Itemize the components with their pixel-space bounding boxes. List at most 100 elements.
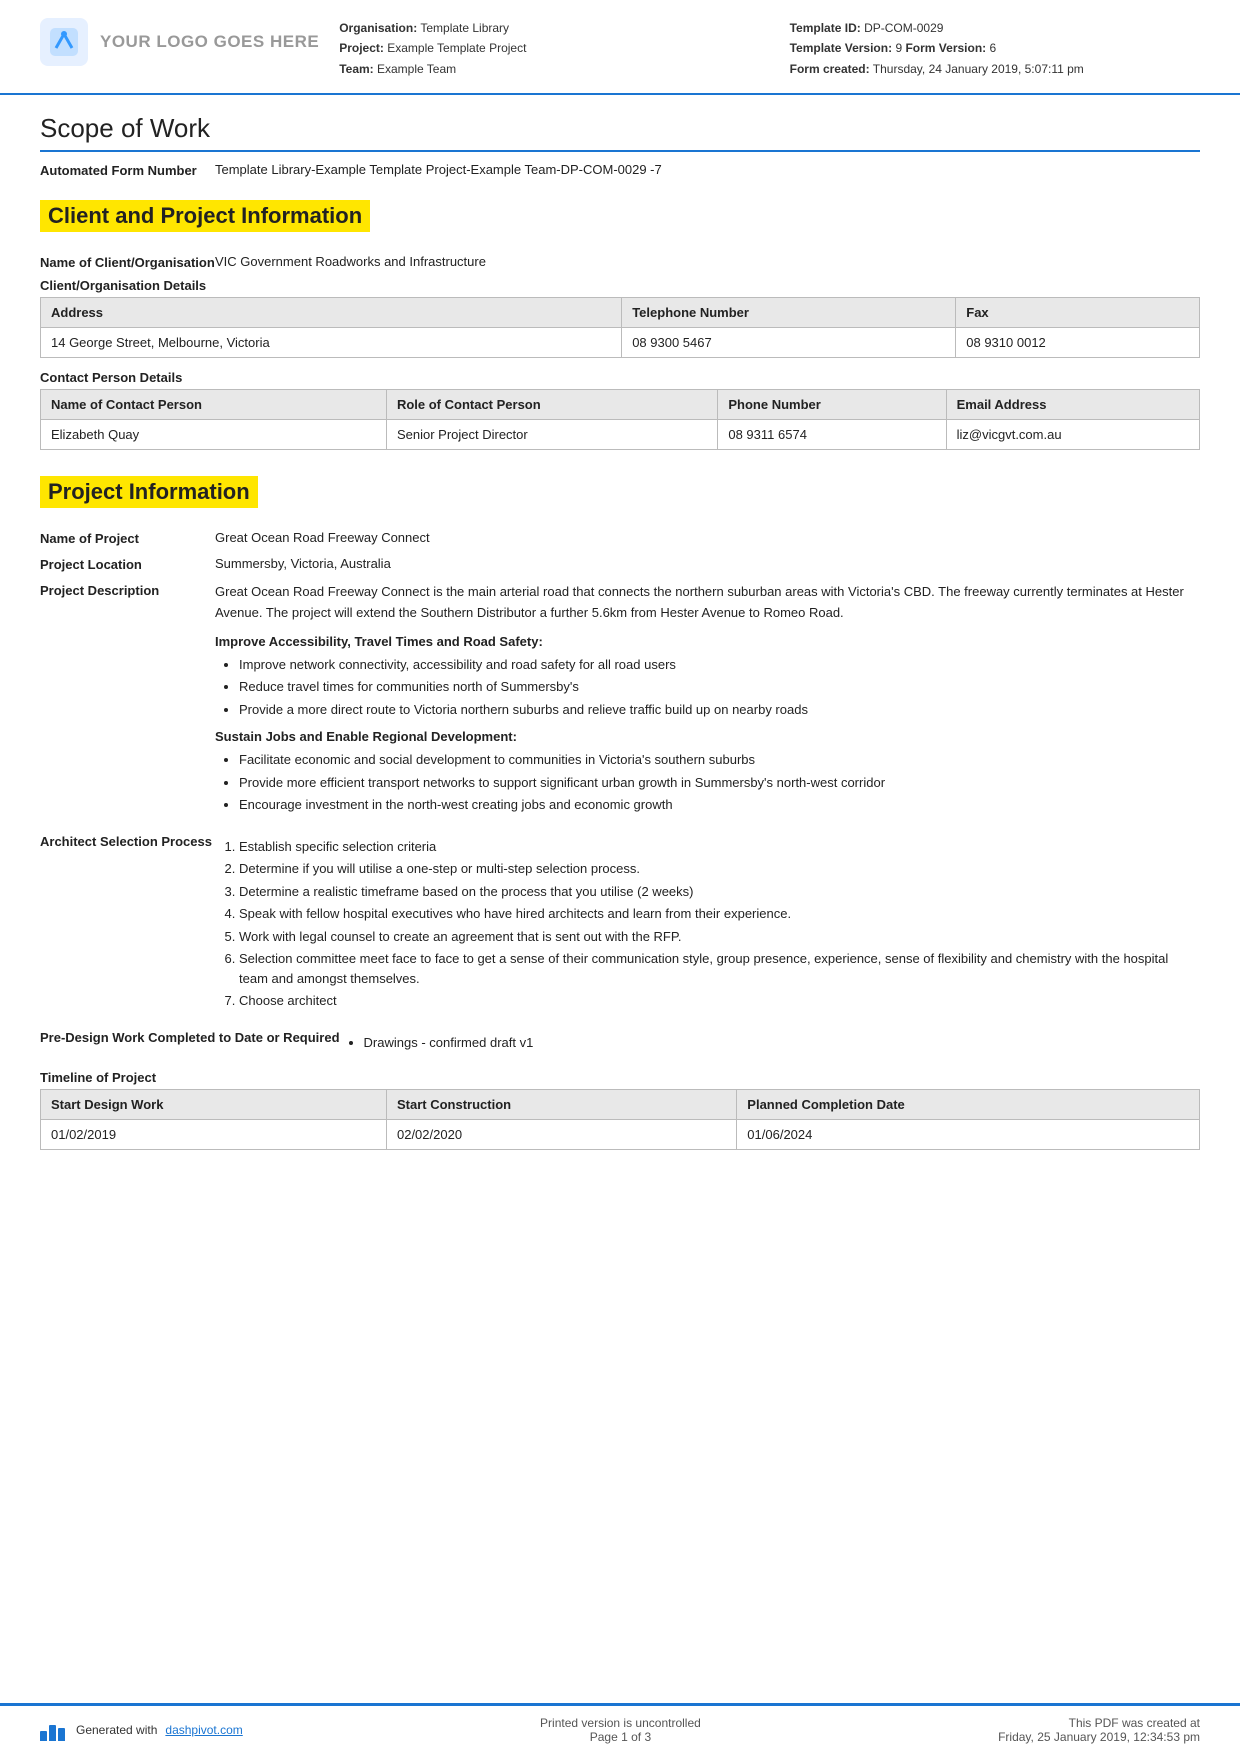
- project-name-label: Name of Project: [40, 530, 215, 546]
- automated-form-row: Automated Form Number Template Library-E…: [40, 162, 1200, 178]
- contact-name-value: Elizabeth Quay: [41, 420, 387, 450]
- list-item: Encourage investment in the north-west c…: [239, 795, 1200, 815]
- client-name-label: Name of Client/Organisation: [40, 254, 215, 270]
- architect-steps-list: Establish specific selection criteria De…: [215, 837, 1200, 1011]
- footer-center: Printed version is uncontrolled Page 1 o…: [540, 1716, 701, 1744]
- architect-selection-label: Architect Selection Process: [40, 833, 215, 849]
- timeline-row: 01/02/2019 02/02/2020 01/06/2024: [41, 1120, 1200, 1150]
- client-heading-text: Client and Project Information: [40, 200, 370, 232]
- pdf-date: Friday, 25 January 2019, 12:34:53 pm: [998, 1730, 1200, 1744]
- contact-email-value: liz@vicgvt.com.au: [946, 420, 1199, 450]
- list-item: Determine if you will utilise a one-step…: [239, 859, 1200, 879]
- list-item: Improve network connectivity, accessibil…: [239, 655, 1200, 675]
- client-section-heading: Client and Project Information: [40, 186, 1200, 244]
- list-item: Drawings - confirmed draft v1: [364, 1033, 1200, 1053]
- header-meta-left: Organisation: Template Library Project: …: [339, 18, 749, 79]
- predesign-list: Drawings - confirmed draft v1: [340, 1033, 1200, 1053]
- page: Your Logo Goes Here Organisation: Templa…: [0, 0, 1240, 1754]
- org-details-table: Address Telephone Number Fax 14 George S…: [40, 297, 1200, 358]
- improve-list: Improve network connectivity, accessibil…: [215, 655, 1200, 720]
- list-item: Provide a more direct route to Victoria …: [239, 700, 1200, 720]
- logo-area: Your Logo Goes Here: [40, 18, 319, 66]
- fax-col-header: Fax: [956, 298, 1200, 328]
- list-item: Reduce travel times for communities nort…: [239, 677, 1200, 697]
- header: Your Logo Goes Here Organisation: Templa…: [0, 0, 1240, 95]
- dashpivot-link[interactable]: dashpivot.com: [165, 1723, 242, 1737]
- automated-form-label: Automated Form Number: [40, 162, 215, 178]
- page-text: Page 1 of 3: [540, 1730, 701, 1744]
- address-col-header: Address: [41, 298, 622, 328]
- list-item: Work with legal counsel to create an agr…: [239, 927, 1200, 947]
- timeline-completion-col-header: Planned Completion Date: [737, 1090, 1200, 1120]
- project-description-content: Great Ocean Road Freeway Connect is the …: [215, 582, 1200, 823]
- address-value: 14 George Street, Melbourne, Victoria: [41, 328, 622, 358]
- timeline-start-col-header: Start Design Work: [41, 1090, 387, 1120]
- template-id-line: Template ID: DP-COM-0029: [790, 18, 1200, 38]
- footer-left: Generated with dashpivot.com: [40, 1719, 243, 1741]
- footer-right: This PDF was created at Friday, 25 Janua…: [998, 1716, 1200, 1744]
- footer: Generated with dashpivot.com Printed ver…: [0, 1703, 1240, 1754]
- form-created-line: Form created: Thursday, 24 January 2019,…: [790, 59, 1200, 79]
- bar-icon-2: [49, 1725, 56, 1741]
- dashpivot-icon: [40, 1719, 68, 1741]
- project-location-label: Project Location: [40, 556, 215, 572]
- org-details-row: 14 George Street, Melbourne, Victoria 08…: [41, 328, 1200, 358]
- sustain-list: Facilitate economic and social developme…: [215, 750, 1200, 815]
- timeline-construction-value: 02/02/2020: [386, 1120, 736, 1150]
- project-name-value: Great Ocean Road Freeway Connect: [215, 530, 1200, 545]
- list-item: Choose architect: [239, 991, 1200, 1011]
- logo-icon: [40, 18, 88, 66]
- sustain-title: Sustain Jobs and Enable Regional Develop…: [215, 729, 1200, 744]
- timeline-construction-col-header: Start Construction: [386, 1090, 736, 1120]
- list-item: Facilitate economic and social developme…: [239, 750, 1200, 770]
- bar-icon-3: [58, 1728, 65, 1741]
- architect-selection-content: Establish specific selection criteria De…: [215, 833, 1200, 1019]
- template-version-line: Template Version: 9 Form Version: 6: [790, 38, 1200, 58]
- timeline-start-value: 01/02/2019: [41, 1120, 387, 1150]
- project-description-label: Project Description: [40, 582, 215, 598]
- predesign-content: Drawings - confirmed draft v1: [340, 1029, 1200, 1061]
- org-line: Organisation: Template Library: [339, 18, 749, 38]
- generated-text: Generated with: [76, 1723, 157, 1737]
- org-details-title: Client/Organisation Details: [40, 278, 1200, 293]
- bar-icon-1: [40, 1731, 47, 1741]
- logo-text: Your Logo Goes Here: [100, 32, 319, 52]
- architect-selection-row: Architect Selection Process Establish sp…: [40, 833, 1200, 1019]
- fax-value: 08 9310 0012: [956, 328, 1200, 358]
- team-line: Team: Example Team: [339, 59, 749, 79]
- list-item: Speak with fellow hospital executives wh…: [239, 904, 1200, 924]
- contact-role-value: Senior Project Director: [386, 420, 717, 450]
- contact-details-row: Elizabeth Quay Senior Project Director 0…: [41, 420, 1200, 450]
- list-item: Establish specific selection criteria: [239, 837, 1200, 857]
- telephone-col-header: Telephone Number: [622, 298, 956, 328]
- uncontrolled-text: Printed version is uncontrolled: [540, 1716, 701, 1730]
- contact-phone-value: 08 9311 6574: [718, 420, 946, 450]
- main-content: Scope of Work Automated Form Number Temp…: [0, 95, 1240, 1703]
- project-description-text: Great Ocean Road Freeway Connect is the …: [215, 582, 1200, 624]
- project-section-heading: Project Information: [40, 462, 1200, 520]
- pdf-text: This PDF was created at: [998, 1716, 1200, 1730]
- contact-role-col-header: Role of Contact Person: [386, 390, 717, 420]
- contact-details-title: Contact Person Details: [40, 370, 1200, 385]
- contact-details-table: Name of Contact Person Role of Contact P…: [40, 389, 1200, 450]
- client-name-value: VIC Government Roadworks and Infrastruct…: [215, 254, 1200, 269]
- project-line: Project: Example Template Project: [339, 38, 749, 58]
- list-item: Selection committee meet face to face to…: [239, 949, 1200, 988]
- header-meta-right: Template ID: DP-COM-0029 Template Versio…: [790, 18, 1200, 79]
- project-description-row: Project Description Great Ocean Road Fre…: [40, 582, 1200, 823]
- predesign-row: Pre-Design Work Completed to Date or Req…: [40, 1029, 1200, 1061]
- improve-title: Improve Accessibility, Travel Times and …: [215, 634, 1200, 649]
- header-meta: Organisation: Template Library Project: …: [319, 18, 1200, 79]
- project-location-value: Summersby, Victoria, Australia: [215, 556, 1200, 571]
- telephone-value: 08 9300 5467: [622, 328, 956, 358]
- scope-title: Scope of Work: [40, 113, 1200, 152]
- client-name-row: Name of Client/Organisation VIC Governme…: [40, 254, 1200, 270]
- timeline-completion-value: 01/06/2024: [737, 1120, 1200, 1150]
- contact-phone-col-header: Phone Number: [718, 390, 946, 420]
- contact-name-col-header: Name of Contact Person: [41, 390, 387, 420]
- timeline-title: Timeline of Project: [40, 1070, 1200, 1085]
- list-item: Determine a realistic timeframe based on…: [239, 882, 1200, 902]
- automated-form-value: Template Library-Example Template Projec…: [215, 162, 1200, 177]
- predesign-label: Pre-Design Work Completed to Date or Req…: [40, 1029, 340, 1045]
- project-location-row: Project Location Summersby, Victoria, Au…: [40, 556, 1200, 572]
